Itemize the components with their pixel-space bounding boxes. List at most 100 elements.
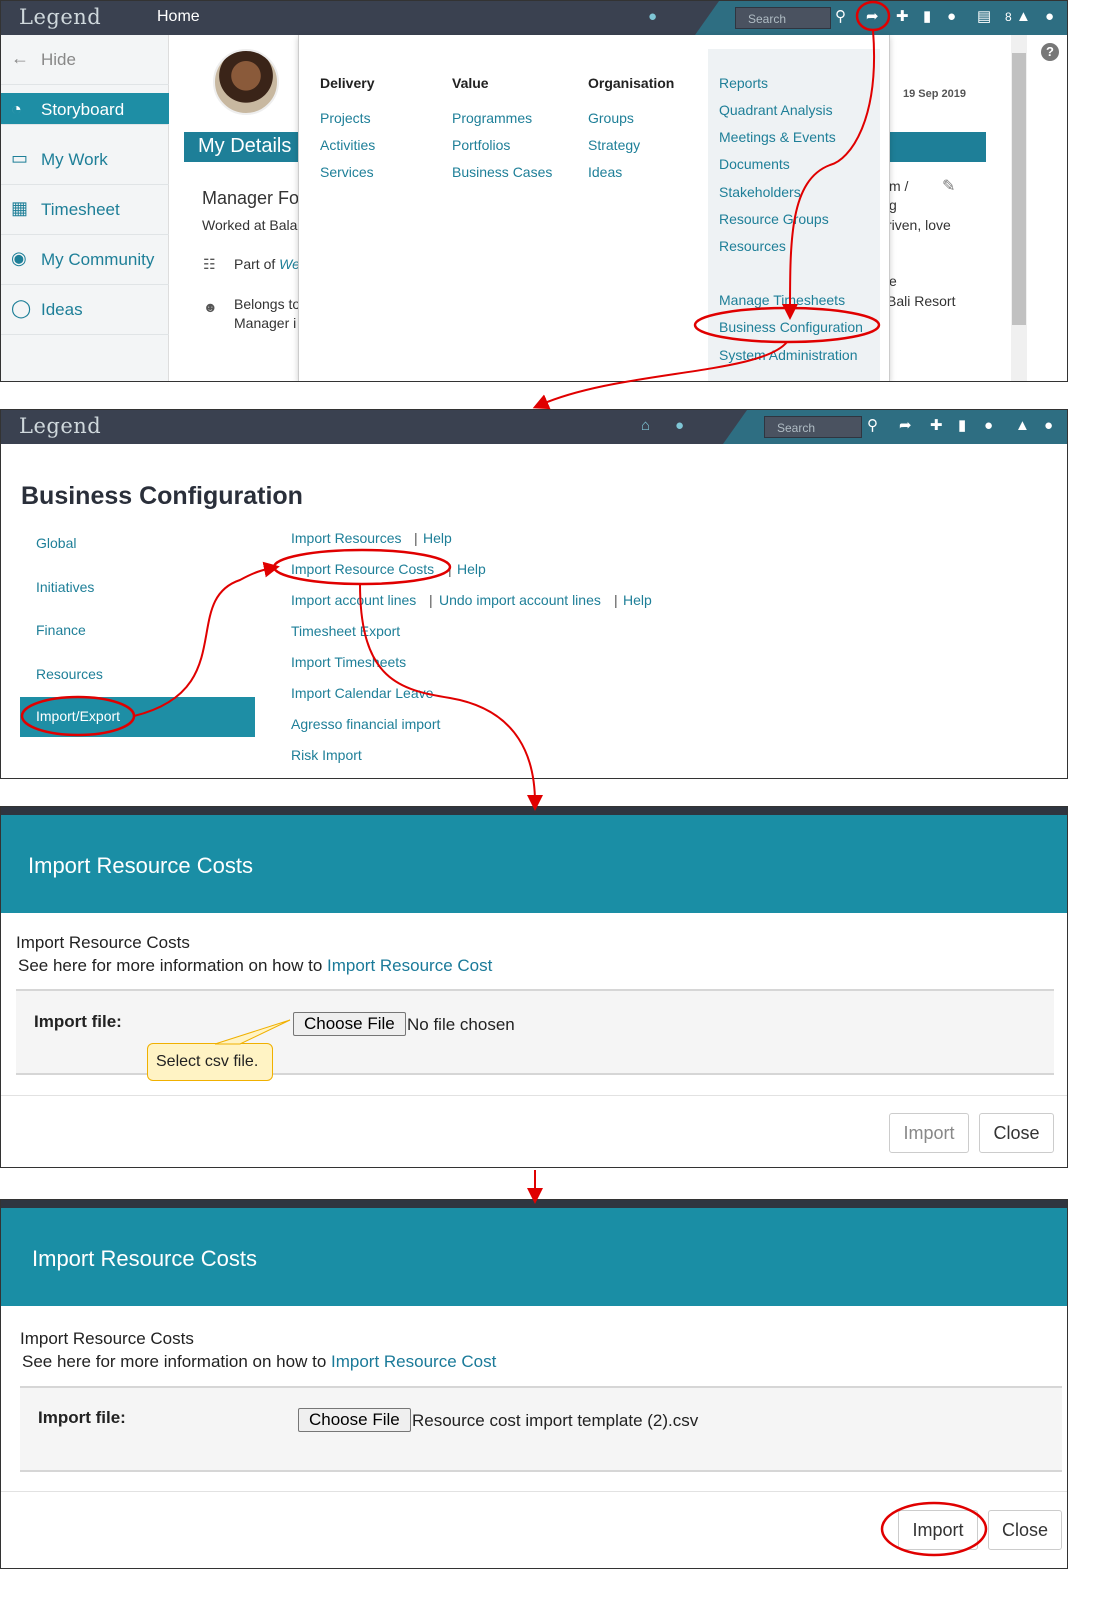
inbox-icon: ▭ [11,148,29,168]
mega-menu-item-quadrant-analysis[interactable]: Quadrant Analysis [719,102,833,118]
nav-finance[interactable]: Finance [36,622,86,638]
pencil-icon[interactable]: ✎ [942,176,955,196]
home-icon[interactable]: ⌂ [641,416,650,436]
sidebar-item-timesheet[interactable]: ▦ Timesheet [1,185,169,235]
choose-file-button[interactable]: Choose File [298,1408,411,1432]
sidebar-item-my-community[interactable]: ◉ My Community [1,235,169,285]
risk-import-link[interactable]: Risk Import [291,747,362,763]
sidebar-item-hide[interactable]: ← Hide [1,35,169,85]
import-button[interactable]: Import [889,1113,969,1153]
mega-menu-item-portfolios[interactable]: Portfolios [452,137,510,153]
dialog-info-text: See here for more information on how to … [18,956,492,976]
globe-icon[interactable]: ● [648,7,657,27]
import-button[interactable]: Import [898,1510,978,1550]
nav-global[interactable]: Global [36,535,76,551]
help-link[interactable]: Help [457,561,486,577]
user-icon[interactable]: ● [1045,7,1054,27]
lightbulb-icon: ◯ [11,298,32,318]
page-title: Business Configuration [21,482,303,510]
dialog-footer-divider [1,1095,1067,1096]
mega-menu-item-projects[interactable]: Projects [320,110,371,126]
mega-menu-item-programmes[interactable]: Programmes [452,110,532,126]
close-button[interactable]: Close [988,1510,1062,1550]
mega-menu-item-activities[interactable]: Activities [320,137,375,153]
chat-icon[interactable]: ● [984,416,993,436]
agresso-financial-import-link[interactable]: Agresso financial import [291,716,440,732]
file-status-text: No file chosen [407,1015,515,1034]
info-prefix: See here for more information on how to [18,956,327,975]
sidebar-item-ideas[interactable]: ◯ Ideas [1,285,169,335]
bell-icon[interactable]: ▲ [1015,416,1030,436]
mega-menu-item-meetings-events[interactable]: Meetings & Events [719,129,836,145]
mega-menu-item-resources[interactable]: Resources [719,238,786,254]
import-resource-costs-link[interactable]: Import Resource Costs [291,561,434,577]
dialog-header: Import Resource Costs [1,815,1067,913]
timesheet-export-link[interactable]: Timesheet Export [291,623,400,639]
help-link[interactable]: Help [623,592,652,608]
nav-initiatives[interactable]: Initiatives [36,579,94,595]
bookmark-icon[interactable]: ▮ [923,7,931,27]
part-of-link[interactable]: We [279,256,300,272]
scrollbar-thumb[interactable] [1012,53,1026,325]
bell-icon[interactable]: ▲ [1016,7,1031,27]
sidebar-item-storyboard[interactable]: ◔ Storyboard [1,93,169,125]
scrollbar[interactable] [1011,35,1027,381]
plus-icon[interactable]: ✚ [896,7,909,27]
share-icon[interactable]: ➦ [866,7,879,27]
globe-icon[interactable]: ● [675,416,684,436]
sidebar-item-label: Timesheet [41,200,120,219]
search-input[interactable]: Search [735,7,831,29]
nav-import-export[interactable]: Import/Export [20,697,255,737]
sidebar-item-label: Storyboard [41,100,125,119]
mega-menu-heading: Value [452,75,489,91]
dialog-info-text: See here for more information on how to … [22,1352,496,1372]
nav-resources[interactable]: Resources [36,666,103,682]
worked-at-text: Worked at Bala [202,217,298,233]
avatar[interactable] [213,49,279,115]
legend-logo[interactable]: Legend [19,5,101,29]
search-input[interactable]: Search [764,416,862,438]
share-icon[interactable]: ➦ [899,416,912,436]
import-account-lines-link[interactable]: Import account lines [291,592,416,608]
import-resources-link[interactable]: Import Resources [291,530,401,546]
job-title: Manager Fo [202,188,300,208]
top-nav-bar: Legend ⌂ ● Search ⚲ ➦ ✚ ▮ ● ▲ ● [1,410,1067,444]
close-button[interactable]: Close [979,1113,1054,1153]
plus-icon[interactable]: ✚ [930,416,943,436]
import-timesheets-link[interactable]: Import Timesheets [291,654,406,670]
sidebar-item-label: Ideas [41,300,83,319]
mega-menu-heading: Delivery [320,75,375,91]
import-resource-cost-help-link[interactable]: Import Resource Cost [331,1352,496,1371]
help-link[interactable]: Help [423,530,452,546]
mega-menu-item-ideas[interactable]: Ideas [588,164,622,180]
mega-menu-item-manage-timesheets[interactable]: Manage Timesheets [719,292,845,308]
mega-menu-item-reports[interactable]: Reports [719,75,768,91]
mega-menu-item-documents[interactable]: Documents [719,156,790,172]
bookmark-icon[interactable]: ▮ [958,416,966,436]
dialog-subtitle: Import Resource Costs [16,933,190,952]
sidebar-item-my-work[interactable]: ▭ My Work [1,135,169,185]
search-icon[interactable]: ⚲ [835,7,846,27]
chat-icon[interactable]: ● [947,7,956,27]
mega-menu-item-groups[interactable]: Groups [588,110,634,126]
user-icon[interactable]: ● [1044,416,1053,436]
mega-menu-item-business-cases[interactable]: Business Cases [452,164,552,180]
search-icon[interactable]: ⚲ [867,416,878,436]
undo-import-account-lines-link[interactable]: Undo import account lines [439,592,601,608]
import-calendar-leave-link[interactable]: Import Calendar Leave [291,685,433,701]
help-icon[interactable]: ? [1041,43,1059,61]
import-resource-cost-help-link[interactable]: Import Resource Cost [327,956,492,975]
mega-menu-item-business-configuration[interactable]: Business Configuration [719,319,863,335]
mega-menu-item-stakeholders[interactable]: Stakeholders [719,184,801,200]
legend-logo[interactable]: Legend [19,414,101,438]
mega-menu-item-services[interactable]: Services [320,164,374,180]
document-icon[interactable]: ▤ [977,7,991,27]
choose-file-button[interactable]: Choose File [293,1012,406,1036]
dialog-subtitle: Import Resource Costs [20,1329,194,1348]
mega-menu-item-strategy[interactable]: Strategy [588,137,640,153]
mega-menu-item-system-administration[interactable]: System Administration [719,347,858,363]
sidebar-item-label: My Work [41,150,108,169]
date-label: 19 Sep 2019 [903,88,966,100]
notification-count: 8 [1005,10,1012,24]
mega-menu-item-resource-groups[interactable]: Resource Groups [719,211,829,227]
